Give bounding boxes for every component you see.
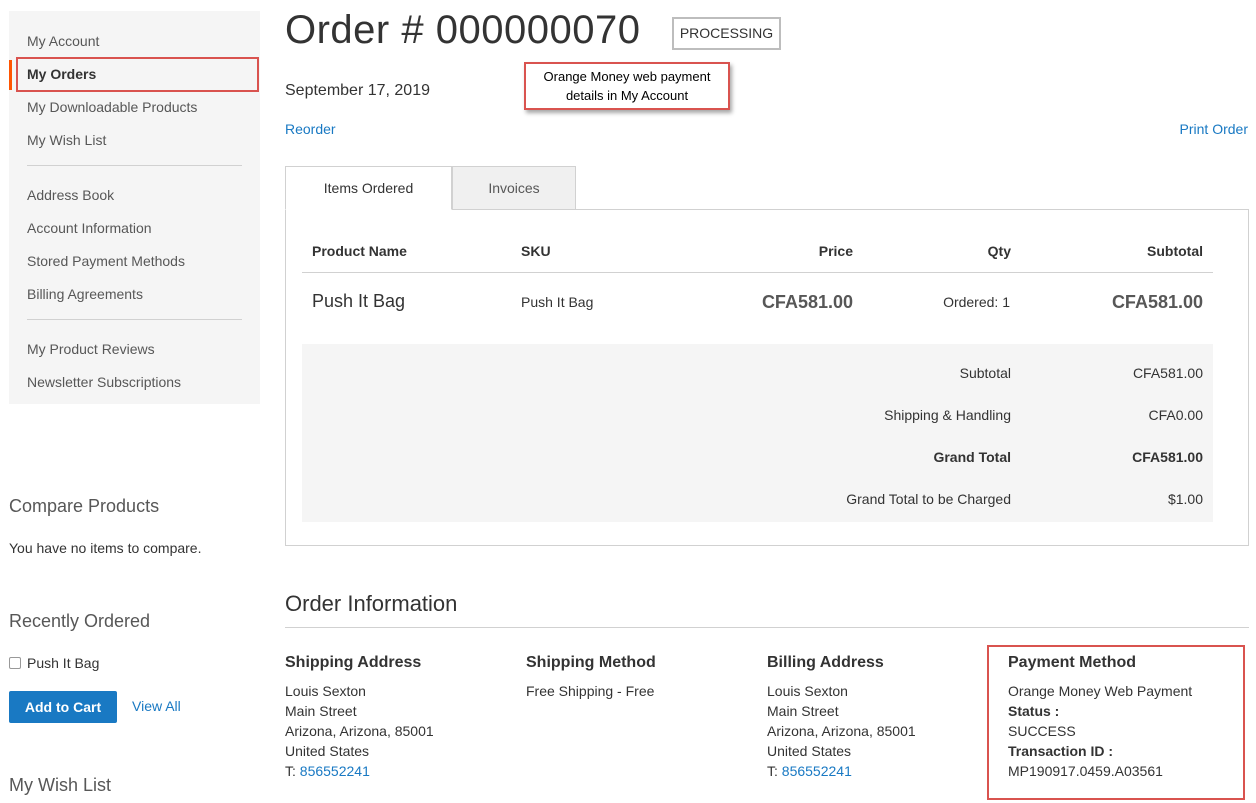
- charged-total-label: Grand Total to be Charged: [846, 491, 1011, 507]
- shipping-value: CFA0.00: [1148, 407, 1203, 423]
- nav-stored-payment-methods[interactable]: Stored Payment Methods: [9, 249, 260, 282]
- row-product-name: Push It Bag: [312, 291, 406, 311]
- payment-method-highlight: [987, 645, 1245, 800]
- billing-street: Main Street: [767, 703, 839, 719]
- shipping-name: Louis Sexton: [285, 683, 366, 699]
- callout-line-1: Orange Money web payment: [543, 69, 711, 84]
- order-information-title: Order Information: [285, 591, 458, 616]
- nav-account-information[interactable]: Account Information: [9, 216, 260, 249]
- col-product-name: Product Name: [312, 243, 407, 259]
- shipping-phone-link[interactable]: 856552241: [300, 763, 370, 779]
- billing-address-block: Billing Address Louis Sexton Main Street…: [767, 654, 977, 781]
- wish-list-title: My Wish List: [9, 775, 112, 795]
- col-qty: Qty: [987, 243, 1011, 259]
- nav-my-downloadable-products[interactable]: My Downloadable Products: [9, 95, 260, 128]
- row-price: CFA581.00: [761, 292, 853, 312]
- nav-billing-agreements[interactable]: Billing Agreements: [9, 282, 260, 315]
- grand-total-label: Grand Total: [933, 449, 1011, 465]
- compare-products-title: Compare Products: [9, 496, 160, 516]
- print-order-link[interactable]: Print Order: [1180, 121, 1248, 137]
- col-price: Price: [818, 243, 853, 259]
- status-badge: PROCESSING: [672, 17, 781, 50]
- nav-newsletter-subscriptions[interactable]: Newsletter Subscriptions: [9, 370, 260, 403]
- shipping-street: Main Street: [285, 703, 357, 719]
- reorder-link[interactable]: Reorder: [285, 121, 336, 137]
- recent-item-label: Push It Bag: [27, 655, 100, 671]
- row-qty: Ordered: 1: [943, 294, 1010, 310]
- phone-prefix: T:: [285, 763, 300, 779]
- order-totals: [302, 344, 1213, 522]
- col-sku: SKU: [521, 243, 551, 259]
- shipping-method-block: Shipping Method Free Shipping - Free: [526, 654, 736, 701]
- shipping-method-heading: Shipping Method: [526, 654, 656, 671]
- shipping-phone: T: 856552241: [285, 761, 495, 781]
- view-all-link[interactable]: View All: [132, 698, 181, 714]
- shipping-address-block: Shipping Address Louis Sexton Main Stree…: [285, 654, 495, 781]
- row-subtotal: CFA581.00: [1111, 292, 1203, 312]
- billing-country: United States: [767, 743, 852, 759]
- compare-empty-text: You have no items to compare.: [9, 540, 202, 556]
- shipping-address-heading: Shipping Address: [285, 654, 422, 671]
- my-orders-highlight: [16, 57, 259, 92]
- billing-city: Arizona, Arizona, 85001: [767, 723, 916, 739]
- add-to-cart-button[interactable]: Add to Cart: [9, 691, 117, 723]
- shipping-method-value: Free Shipping - Free: [526, 683, 655, 699]
- nav-address-book[interactable]: Address Book: [9, 183, 260, 216]
- col-subtotal: Subtotal: [1147, 243, 1203, 259]
- grand-total-value: CFA581.00: [1132, 449, 1203, 465]
- billing-phone-link[interactable]: 856552241: [782, 763, 852, 779]
- tab-items-ordered[interactable]: Items Ordered: [285, 166, 452, 210]
- recently-ordered-title: Recently Ordered: [9, 611, 151, 631]
- billing-address-heading: Billing Address: [767, 654, 884, 671]
- nav-divider: [27, 165, 242, 166]
- nav-my-product-reviews[interactable]: My Product Reviews: [9, 337, 260, 370]
- nav-divider: [27, 319, 242, 320]
- order-tabs: Items Ordered Invoices: [285, 166, 576, 210]
- subtotal-value: CFA581.00: [1132, 365, 1203, 381]
- billing-name: Louis Sexton: [767, 683, 848, 699]
- recent-item-checkbox[interactable]: [9, 657, 21, 669]
- recent-item: Push It Bag: [9, 655, 99, 671]
- order-date: September 17, 2019: [285, 82, 430, 99]
- page-title: Order # 000000070: [285, 8, 641, 52]
- table-divider: [302, 272, 1213, 273]
- row-sku: Push It Bag: [521, 294, 594, 310]
- shipping-label: Shipping & Handling: [884, 407, 1011, 423]
- phone-prefix: T:: [767, 763, 782, 779]
- callout-line-2: details in My Account: [565, 88, 689, 103]
- charged-total-value: $1.00: [1167, 491, 1203, 507]
- subtotal-label: Subtotal: [959, 365, 1011, 381]
- billing-phone: T: 856552241: [767, 761, 977, 781]
- section-divider: [285, 627, 1249, 628]
- shipping-city: Arizona, Arizona, 85001: [285, 723, 434, 739]
- shipping-country: United States: [285, 743, 370, 759]
- tab-invoices[interactable]: Invoices: [452, 166, 576, 210]
- annotation-callout: Orange Money web payment details in My A…: [524, 62, 730, 110]
- nav-my-wish-list[interactable]: My Wish List: [9, 128, 260, 161]
